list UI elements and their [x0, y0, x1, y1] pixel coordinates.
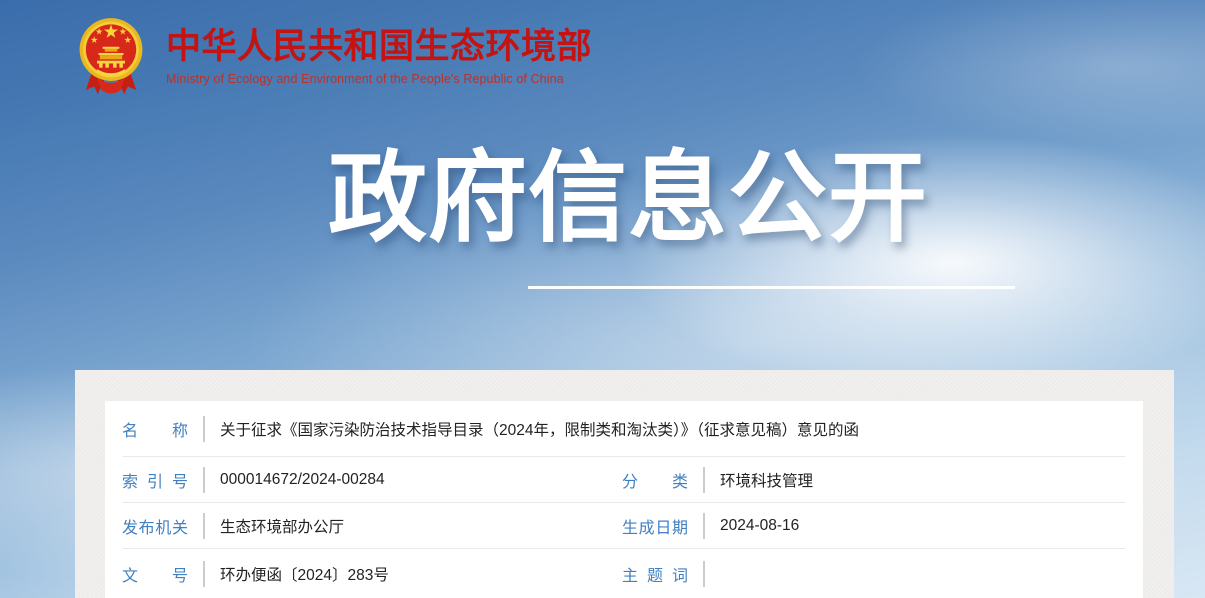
category-value: 环境科技管理: [720, 469, 813, 491]
document-info-card: 名称 关于征求《国家污染防治技术指导目录（2024年，限制类和淘汰类）》（征求意…: [105, 401, 1143, 598]
cell-date-generated: 生成日期 2024-08-16: [620, 513, 1143, 539]
label-divider: [203, 416, 205, 442]
index-no-value: 000014672/2024-00284: [220, 471, 385, 489]
content-wrapper: 名称 关于征求《国家污染防治技术指导目录（2024年，限制类和淘汰类）》（征求意…: [75, 370, 1174, 598]
ministry-subtitle-en: Ministry of Ecology and Environment of t…: [166, 72, 592, 86]
ministry-title-cn: 中华人民共和国生态环境部: [166, 28, 592, 67]
doc-number-label: 文号: [122, 562, 188, 586]
row-docnumber-subject: 文号 环办便函〔2024〕283号 主题词: [105, 549, 1143, 598]
cell-index-no: 索引号 000014672/2024-00284: [105, 467, 620, 493]
cell-subject-words: 主题词: [620, 561, 1143, 587]
date-generated-value: 2024-08-16: [720, 517, 799, 535]
page-title: 政府信息公开: [318, 146, 938, 250]
issuing-agency-value: 生态环境部办公厅: [220, 515, 344, 537]
category-label: 分类: [622, 468, 688, 492]
name-label: 名称: [122, 417, 188, 441]
label-divider: [703, 561, 705, 587]
doc-number-value: 环办便函〔2024〕283号: [220, 563, 389, 585]
subject-words-label: 主题词: [622, 562, 688, 586]
row-index-category: 索引号 000014672/2024-00284 分类 环境科技管理: [105, 457, 1143, 503]
cell-category: 分类 环境科技管理: [620, 467, 1143, 493]
cell-doc-number: 文号 环办便函〔2024〕283号: [105, 561, 620, 587]
title-underline: [528, 286, 1015, 289]
label-divider: [203, 561, 205, 587]
issuing-agency-label: 发布机关: [122, 514, 188, 538]
cell-issuing-agency: 发布机关 生态环境部办公厅: [105, 513, 620, 539]
index-no-label: 索引号: [122, 468, 188, 492]
name-value: 关于征求《国家污染防治技术指导目录（2024年，限制类和淘汰类）》（征求意见稿）…: [220, 418, 859, 440]
header-text: 中华人民共和国生态环境部 Ministry of Ecology and Env…: [166, 16, 592, 86]
label-divider: [703, 513, 705, 539]
row-agency-date: 发布机关 生态环境部办公厅 生成日期 2024-08-16: [105, 503, 1143, 549]
date-generated-label: 生成日期: [622, 514, 688, 538]
row-name: 名称 关于征求《国家污染防治技术指导目录（2024年，限制类和淘汰类）》（征求意…: [105, 401, 1143, 457]
label-divider: [203, 467, 205, 493]
page: 中华人民共和国生态环境部 Ministry of Ecology and Env…: [0, 0, 1205, 598]
label-divider: [203, 513, 205, 539]
site-logo-link[interactable]: 中华人民共和国生态环境部 Ministry of Ecology and Env…: [76, 16, 592, 104]
cell-name: 名称 关于征求《国家污染防治技术指导目录（2024年，限制类和淘汰类）》（征求意…: [105, 416, 1143, 442]
national-emblem-icon: [76, 16, 146, 104]
label-divider: [703, 467, 705, 493]
